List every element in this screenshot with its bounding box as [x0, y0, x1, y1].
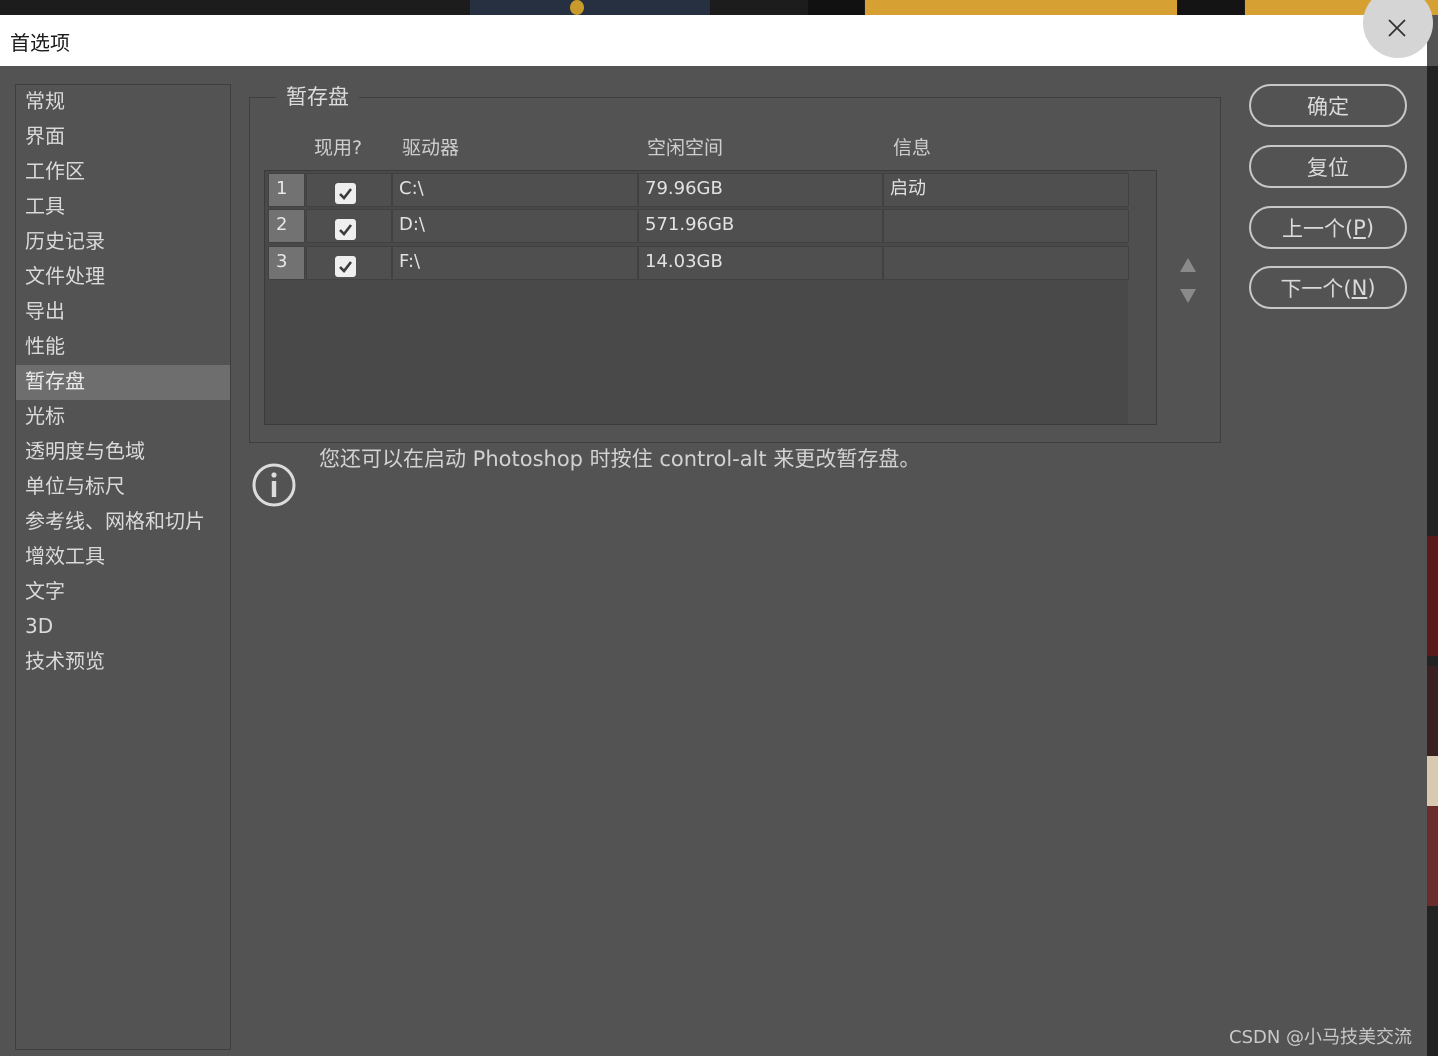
move-down-icon[interactable] — [1179, 288, 1197, 304]
active-cell — [306, 209, 392, 243]
sidebar-item-interface[interactable]: 界面 — [16, 120, 230, 155]
sidebar-item-scratch-disks[interactable]: 暂存盘 — [16, 365, 230, 400]
info-cell — [883, 209, 1129, 243]
sidebar-item-export[interactable]: 导出 — [16, 295, 230, 330]
active-cell — [306, 246, 392, 280]
sidebar-item-general[interactable]: 常规 — [16, 85, 230, 120]
free-space-cell: 571.96GB — [638, 209, 883, 243]
active-checkbox[interactable] — [335, 219, 356, 240]
previous-button[interactable]: 上一个(P) — [1249, 206, 1407, 249]
background-app-strip — [0, 0, 1438, 15]
section-title: 暂存盘 — [276, 81, 359, 111]
row-number: 2 — [268, 209, 305, 243]
active-cell — [306, 173, 392, 207]
info-icon — [252, 463, 296, 507]
sidebar-item-cursors[interactable]: 光标 — [16, 400, 230, 435]
category-list: 常规 界面 工作区 工具 历史记录 文件处理 导出 性能 暂存盘 光标 透明度与… — [15, 84, 231, 1050]
info-cell: 启动 — [883, 173, 1129, 207]
close-icon — [1388, 19, 1406, 37]
sidebar-item-tools[interactable]: 工具 — [16, 190, 230, 225]
move-up-icon[interactable] — [1179, 257, 1197, 273]
row-number: 1 — [268, 173, 305, 207]
info-message: 您还可以在启动 Photoshop 时按住 control-alt 来更改暂存盘… — [319, 447, 921, 471]
active-checkbox[interactable] — [335, 256, 356, 277]
sidebar-item-guides-grid-slices[interactable]: 参考线、网格和切片 — [16, 505, 230, 540]
free-space-cell: 79.96GB — [638, 173, 883, 207]
drive-cell: C:\ — [392, 173, 638, 207]
ok-button[interactable]: 确定 — [1249, 84, 1407, 127]
column-header-drive: 驱动器 — [402, 137, 460, 159]
column-header-info: 信息 — [893, 137, 932, 159]
column-header-active: 现用? — [314, 137, 363, 159]
info-cell — [883, 246, 1129, 280]
checkmark-icon — [339, 188, 353, 200]
sidebar-item-tech-preview[interactable]: 技术预览 — [16, 645, 230, 680]
sidebar-item-3d[interactable]: 3D — [16, 610, 230, 645]
checkmark-icon — [339, 261, 353, 273]
reset-button[interactable]: 复位 — [1249, 145, 1407, 188]
sidebar-item-performance[interactable]: 性能 — [16, 330, 230, 365]
table-row[interactable]: 3 F:\ 14.03GB — [268, 246, 1129, 280]
active-checkbox[interactable] — [335, 183, 356, 204]
drive-cell: F:\ — [392, 246, 638, 280]
sidebar-item-units-rulers[interactable]: 单位与标尺 — [16, 470, 230, 505]
table-scrollbar[interactable] — [1128, 171, 1156, 424]
table-row[interactable]: 1 C:\ 79.96GB 启动 — [268, 173, 1129, 207]
window-title: 首选项 — [10, 31, 70, 55]
sidebar-item-transparency-gamut[interactable]: 透明度与色域 — [16, 435, 230, 470]
title-bar: 首选项 — [0, 15, 1427, 66]
sidebar-item-history[interactable]: 历史记录 — [16, 225, 230, 260]
row-number: 3 — [268, 246, 305, 280]
checkmark-icon — [339, 224, 353, 236]
next-button[interactable]: 下一个(N) — [1249, 266, 1407, 309]
sidebar-item-type[interactable]: 文字 — [16, 575, 230, 610]
drive-cell: D:\ — [392, 209, 638, 243]
table-row[interactable]: 2 D:\ 571.96GB — [268, 209, 1129, 243]
column-header-free-space: 空闲空间 — [647, 137, 724, 159]
background-app-edge — [1427, 66, 1438, 1056]
scratch-disks-table: 1 C:\ 79.96GB 启动 2 D:\ 571.96GB 3 F:\ 14… — [264, 170, 1157, 425]
free-space-cell: 14.03GB — [638, 246, 883, 280]
preferences-dialog: 常规 界面 工作区 工具 历史记录 文件处理 导出 性能 暂存盘 光标 透明度与… — [0, 66, 1427, 1056]
watermark: CSDN @小马技美交流 — [1229, 1027, 1413, 1048]
sidebar-item-file-handling[interactable]: 文件处理 — [16, 260, 230, 295]
sidebar-item-workspace[interactable]: 工作区 — [16, 155, 230, 190]
sidebar-item-plugins[interactable]: 增效工具 — [16, 540, 230, 575]
